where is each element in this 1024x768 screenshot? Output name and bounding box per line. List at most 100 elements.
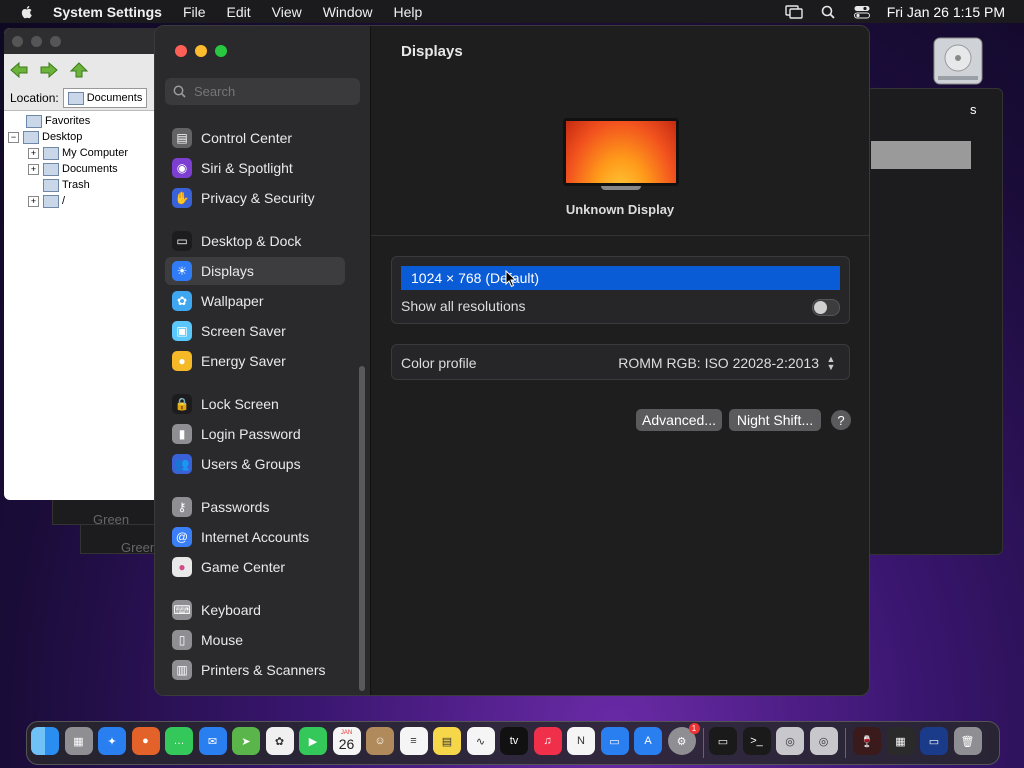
contacts-icon[interactable]: ☺ bbox=[366, 727, 394, 755]
system-settings-icon[interactable]: ⚙ 1 bbox=[667, 723, 700, 755]
menu-view[interactable]: View bbox=[272, 4, 302, 20]
facetime-icon[interactable]: ▶ bbox=[299, 727, 327, 755]
mail-icon[interactable]: ✉ bbox=[198, 727, 227, 755]
background-window-right bbox=[866, 88, 1003, 555]
chevron-up-down-icon[interactable]: ▲ ▼ bbox=[825, 355, 837, 372]
sidebar-item-printers-scanners[interactable]: ▥ Printers & Scanners bbox=[165, 656, 345, 684]
advanced-button[interactable]: Advanced... bbox=[636, 409, 722, 431]
sidebar-search bbox=[165, 78, 360, 105]
expand-icon[interactable]: + bbox=[28, 147, 39, 159]
hard-disk-icon[interactable] bbox=[930, 36, 986, 88]
settings-sidebar: ▤ Control Center ◉ Siri & Spotlight ✋ Privacy… bbox=[155, 26, 371, 695]
tree-item-my-computer[interactable]: + My Computer bbox=[8, 145, 164, 161]
sidebar-item-passwords[interactable]: ⚷ Passwords bbox=[165, 493, 345, 521]
sidebar-item-label: Users & Groups bbox=[201, 456, 301, 472]
disk-utility-2-icon[interactable]: ◎ bbox=[809, 727, 838, 755]
up-arrow-icon[interactable] bbox=[70, 62, 88, 78]
firefox-icon[interactable]: ● bbox=[131, 727, 160, 755]
sidebar-item-internet-accounts[interactable]: @ Internet Accounts bbox=[165, 523, 345, 551]
location-field[interactable]: Documents bbox=[62, 88, 148, 108]
sidebar-scrollbar[interactable] bbox=[359, 366, 365, 691]
disk-utility-icon[interactable]: ◎ bbox=[776, 727, 804, 755]
finder-icon[interactable] bbox=[31, 727, 59, 755]
sidebar-item-label: Displays bbox=[201, 263, 254, 279]
minimize-button[interactable] bbox=[195, 45, 207, 57]
resolution-option-selected[interactable]: 1024 × 768 (Default) bbox=[401, 266, 840, 290]
expand-icon[interactable]: + bbox=[28, 195, 39, 207]
show-all-resolutions-toggle[interactable] bbox=[812, 299, 840, 316]
sidebar-item-privacy-security[interactable]: ✋ Privacy & Security bbox=[165, 184, 345, 212]
window-thumbnail[interactable]: ▭ bbox=[920, 727, 948, 755]
forward-arrow-icon[interactable] bbox=[40, 62, 58, 78]
sidebar-item-login-password[interactable]: ▮ Login Password bbox=[165, 420, 345, 448]
messages-icon[interactable]: … bbox=[165, 727, 193, 755]
zoom-button[interactable] bbox=[215, 45, 227, 57]
keynote-icon[interactable]: ▭ bbox=[600, 727, 629, 755]
sidebar-item-siri-spotlight[interactable]: ◉ Siri & Spotlight bbox=[165, 154, 345, 182]
search-icon bbox=[173, 85, 186, 98]
folder-icon bbox=[23, 130, 39, 144]
tree-item-desktop[interactable]: − Desktop bbox=[8, 129, 164, 145]
sidebar-item-desktop-dock[interactable]: ▭ Desktop & Dock bbox=[165, 227, 345, 255]
sidebar-item-game-center[interactable]: ● Game Center bbox=[165, 553, 345, 581]
photos-icon[interactable]: ✿ bbox=[265, 727, 294, 755]
tree-item-favorites[interactable]: Favorites bbox=[8, 113, 164, 129]
terminal-icon[interactable]: >_ bbox=[742, 727, 771, 755]
tree-item-root[interactable]: + / bbox=[8, 193, 164, 209]
color-profile-popup[interactable]: ROMM RGB: ISO 22028-2:2013 bbox=[618, 355, 819, 371]
sidebar-item-screen-saver[interactable]: ▣ Screen Saver bbox=[165, 317, 345, 345]
spotlight-search-icon[interactable] bbox=[819, 5, 837, 19]
sidebar-item-users-groups[interactable]: 👥 Users & Groups bbox=[165, 450, 345, 478]
wine-icon[interactable]: 🍷 bbox=[853, 727, 881, 755]
folder-icon bbox=[26, 114, 42, 128]
sidebar-item-label: Screen Saver bbox=[201, 323, 286, 339]
back-arrow-icon[interactable] bbox=[10, 62, 28, 78]
trash-icon[interactable]: 🗑 bbox=[953, 727, 982, 755]
tree-item-documents[interactable]: + Documents bbox=[8, 161, 164, 177]
news-icon[interactable]: N bbox=[567, 727, 595, 755]
close-button[interactable] bbox=[175, 45, 187, 57]
control-center-icon: ▤ bbox=[172, 128, 192, 148]
menu-edit[interactable]: Edit bbox=[227, 4, 251, 20]
wine-window-thumbnail[interactable]: ▦ bbox=[886, 727, 915, 755]
freeform-icon[interactable]: ∿ bbox=[466, 727, 495, 755]
display-preview[interactable] bbox=[563, 118, 679, 190]
menu-app-name[interactable]: System Settings bbox=[53, 4, 162, 20]
fm-close-button[interactable] bbox=[12, 35, 23, 47]
sidebar-item-energy-saver[interactable]: ● Energy Saver bbox=[165, 347, 345, 375]
tree-item-trash[interactable]: Trash bbox=[8, 177, 164, 193]
notes-icon[interactable]: ▤ bbox=[433, 727, 461, 755]
app-store-icon[interactable]: A bbox=[634, 727, 662, 755]
terminal-window-icon[interactable]: ▭ bbox=[709, 727, 737, 755]
sidebar-item-label: Game Center bbox=[201, 559, 286, 575]
music-icon[interactable]: ♫ bbox=[533, 727, 562, 755]
reminders-icon[interactable]: ≡ bbox=[399, 727, 428, 755]
night-shift-button[interactable]: Night Shift... bbox=[729, 409, 821, 431]
menu-window[interactable]: Window bbox=[323, 4, 373, 20]
menu-help[interactable]: Help bbox=[394, 4, 423, 20]
expand-icon[interactable]: + bbox=[28, 163, 39, 175]
search-input[interactable] bbox=[192, 83, 346, 100]
sidebar-item-lock-screen[interactable]: 🔒 Lock Screen bbox=[165, 390, 345, 418]
safari-icon[interactable]: ✦ bbox=[98, 727, 126, 755]
fm-minimize-button[interactable] bbox=[31, 35, 42, 47]
fm-zoom-button[interactable] bbox=[50, 35, 61, 47]
launchpad-icon[interactable]: ▦ bbox=[64, 727, 93, 755]
displays-pane: Displays Unknown Display 1024 × 768 (Def… bbox=[371, 26, 869, 695]
sidebar-item-keyboard[interactable]: ⌨ Keyboard bbox=[165, 596, 345, 624]
menu-clock[interactable]: Fri Jan 26 1:15 PM bbox=[887, 4, 1005, 20]
apple-icon[interactable] bbox=[19, 4, 35, 20]
control-center-menu-icon[interactable] bbox=[853, 5, 871, 19]
collapse-icon[interactable]: − bbox=[8, 131, 19, 143]
show-all-resolutions-label: Show all resolutions bbox=[401, 298, 526, 314]
screen-mirroring-icon[interactable] bbox=[785, 4, 803, 19]
sidebar-item-displays[interactable]: ☀ Displays bbox=[165, 257, 345, 285]
calendar-icon[interactable]: JAN 26 bbox=[332, 727, 361, 755]
menu-file[interactable]: File bbox=[183, 4, 206, 20]
apple-tv-icon[interactable]: tv bbox=[500, 727, 528, 755]
sidebar-item-control-center[interactable]: ▤ Control Center bbox=[165, 124, 345, 152]
sidebar-item-wallpaper[interactable]: ✿ Wallpaper bbox=[165, 287, 345, 315]
maps-icon[interactable]: ➤ bbox=[232, 727, 260, 755]
help-button[interactable]: ? bbox=[831, 410, 851, 430]
sidebar-item-mouse[interactable]: ▯ Mouse bbox=[165, 626, 345, 654]
